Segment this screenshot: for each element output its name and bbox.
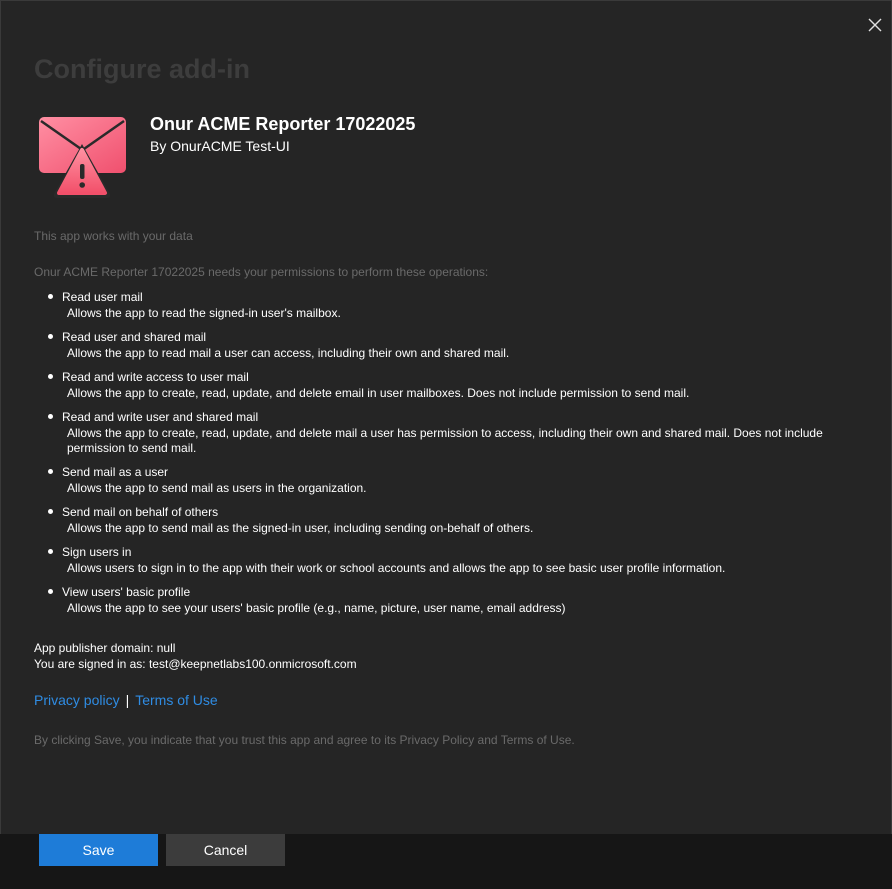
permission-description: Allows the app to create, read, update, … bbox=[67, 386, 690, 400]
permission-description: Allows the app to create, read, update, … bbox=[67, 426, 823, 455]
bullet bbox=[48, 374, 53, 379]
permission-item: Read user mail Allows the app to read th… bbox=[34, 290, 854, 321]
permission-title: Read user and shared mail bbox=[62, 330, 207, 344]
bullet bbox=[48, 509, 53, 514]
permission-item: Send mail as a user Allows the app to se… bbox=[34, 465, 854, 496]
permission-description: Allows the app to read mail a user can a… bbox=[67, 346, 510, 360]
mail-warning-icon bbox=[38, 114, 127, 200]
publisher-domain: App publisher domain: null bbox=[34, 641, 176, 655]
close-button[interactable] bbox=[865, 15, 885, 35]
permission-title: Read user mail bbox=[62, 290, 143, 304]
app-publisher: By OnurACME Test-UI bbox=[150, 138, 290, 154]
cancel-button[interactable]: Cancel bbox=[166, 834, 285, 866]
permission-title: Read and write user and shared mail bbox=[62, 410, 259, 424]
permission-item: Sign users in Allows users to sign in to… bbox=[34, 545, 854, 576]
permission-description: Allows the app to send mail as users in … bbox=[67, 481, 367, 495]
privacy-policy-link[interactable]: Privacy policy bbox=[34, 692, 120, 708]
permission-item: Read and write user and shared mail Allo… bbox=[34, 410, 854, 456]
permission-title: View users' basic profile bbox=[62, 585, 191, 599]
bullet bbox=[48, 469, 53, 474]
permission-title: Send mail as a user bbox=[62, 465, 169, 479]
permission-item: View users' basic profile Allows the app… bbox=[34, 585, 854, 616]
bullet bbox=[48, 294, 53, 299]
permission-title: Read and write access to user mail bbox=[62, 370, 249, 384]
policy-links: Privacy policy | Terms of Use bbox=[34, 692, 218, 708]
permission-item: Read and write access to user mail Allow… bbox=[34, 370, 854, 401]
permission-item: Send mail on behalf of others Allows the… bbox=[34, 505, 854, 536]
permission-title: Sign users in bbox=[62, 545, 132, 559]
permission-description: Allows the app to see your users' basic … bbox=[67, 601, 566, 615]
app-name: Onur ACME Reporter 17022025 bbox=[150, 114, 416, 134]
dialog-footer: Save Cancel bbox=[0, 834, 892, 889]
permissions-intro: Onur ACME Reporter 17022025 needs your p… bbox=[34, 265, 489, 279]
signed-in-as: You are signed in as: test@keepnetlabs10… bbox=[34, 657, 357, 671]
bullet bbox=[48, 549, 53, 554]
consent-note: By clicking Save, you indicate that you … bbox=[34, 733, 575, 747]
bullet bbox=[48, 414, 53, 419]
permissions-list: Read user mail Allows the app to read th… bbox=[34, 290, 854, 625]
permission-description: Allows users to sign in to the app with … bbox=[67, 561, 726, 575]
permission-description: Allows the app to send mail as the signe… bbox=[67, 521, 534, 535]
bullet bbox=[48, 334, 53, 339]
configure-addin-dialog: Configure add-in Onur ACME Reporter 1702… bbox=[0, 0, 892, 889]
save-button[interactable]: Save bbox=[39, 834, 158, 866]
data-access-note: This app works with your data bbox=[34, 229, 193, 243]
permission-item: Read user and shared mail Allows the app… bbox=[34, 330, 854, 361]
bullet bbox=[48, 589, 53, 594]
permission-title: Send mail on behalf of others bbox=[62, 505, 219, 519]
terms-of-use-link[interactable]: Terms of Use bbox=[135, 692, 217, 708]
page-title: Configure add-in bbox=[34, 54, 250, 84]
permission-description: Allows the app to read the signed-in use… bbox=[67, 306, 341, 320]
close-icon bbox=[868, 18, 882, 32]
link-separator: | bbox=[125, 692, 130, 708]
